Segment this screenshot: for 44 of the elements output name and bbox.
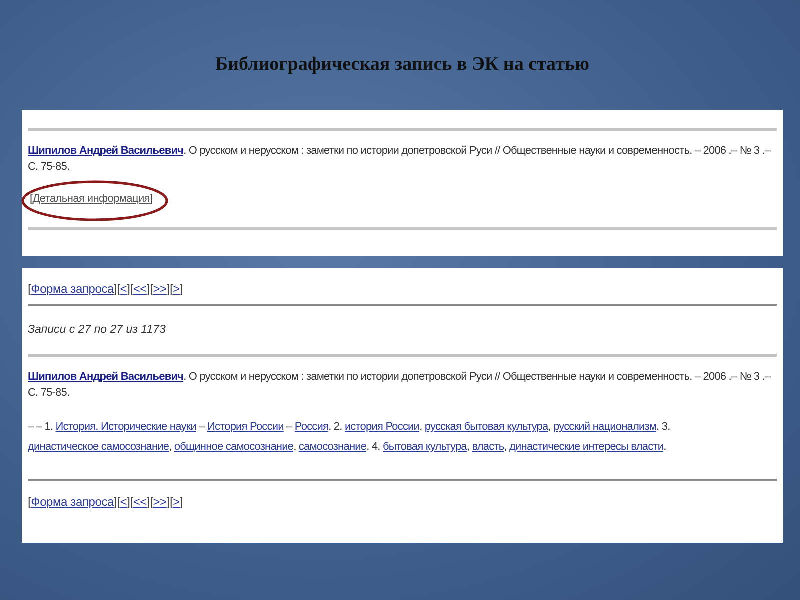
nav-link[interactable]: Форма запроса bbox=[31, 282, 114, 296]
record-description: Шипилов Андрей Васильевич. О русском и нерусском : заметки по истории допетровской Руси // Общественные науки и современность. – 2006 .– № 3 .– С. 75-85. bbox=[28, 144, 772, 175]
nav-link[interactable]: > bbox=[173, 495, 180, 509]
subject-link[interactable]: русский национализм bbox=[554, 421, 657, 433]
record-description: Шипилов Андрей Васильевич. О русском и нерусском : заметки по истории допетровской Руси // Общественные науки и современность. – 2006 .– № 3 .– С. 75-85. bbox=[28, 370, 772, 401]
bracket-text: ][ bbox=[146, 495, 154, 509]
nav-link[interactable]: >> bbox=[153, 282, 167, 296]
nav-link[interactable]: << bbox=[133, 495, 147, 509]
bracket-text: ][ bbox=[127, 495, 134, 509]
subject-link[interactable]: самосознание bbox=[298, 441, 367, 453]
subject-link[interactable]: бытовая культура bbox=[382, 441, 467, 453]
bracket-text: ] bbox=[180, 282, 184, 296]
bracket-text: [ bbox=[28, 495, 32, 509]
nav-link[interactable]: > bbox=[173, 282, 180, 296]
detail-link[interactable]: Детальная информация bbox=[32, 193, 150, 205]
bracket-text: ] bbox=[180, 495, 184, 509]
author-link[interactable]: Шипилов Андрей Васильевич bbox=[28, 145, 184, 157]
subject-link[interactable]: История. Исторические науки bbox=[56, 421, 196, 433]
subject-link[interactable]: династические интересы власти bbox=[510, 441, 664, 453]
nav-link[interactable]: >> bbox=[153, 495, 167, 509]
bracket-text: ][ bbox=[114, 282, 120, 296]
bracket-text: ][ bbox=[114, 495, 120, 509]
nav-link[interactable]: << bbox=[133, 282, 147, 296]
records-count: Записи с 27 по 27 из 1173 bbox=[28, 324, 167, 336]
author-link[interactable]: Шипилов Андрей Васильевич bbox=[28, 371, 184, 383]
slide-title: Библиографическая запись в ЭК на статью bbox=[214, 53, 590, 77]
subject-headings: – – 1. История. Исторические науки – История России – Россия. 2. история России, русская бытовая культура, русский национализм. 3. династическое самосознание, общинное самосознание, самосознание. 4. бытовая культура, власть, династические интересы власти. bbox=[28, 420, 672, 455]
nav-link[interactable]: Форма запроса bbox=[31, 495, 114, 509]
bracket-text: ][ bbox=[166, 282, 174, 296]
subject-link[interactable]: Россия bbox=[294, 421, 329, 433]
nav-link[interactable]: < bbox=[120, 495, 128, 509]
subject-link[interactable]: общинное самосознание bbox=[174, 441, 294, 453]
bracket-text: ] bbox=[150, 193, 153, 205]
subject-link[interactable]: власть bbox=[472, 441, 504, 453]
bracket-text: ][ bbox=[127, 282, 134, 296]
subject-link[interactable]: история России bbox=[344, 421, 420, 433]
nav-link[interactable]: < bbox=[120, 282, 128, 296]
bracket-text: [ bbox=[28, 282, 32, 296]
subject-link[interactable]: династическое самосознание bbox=[28, 441, 170, 453]
bracket-text: ][ bbox=[146, 282, 154, 296]
bracket-text: [ bbox=[30, 193, 33, 205]
subject-link[interactable]: русская бытовая культура bbox=[424, 421, 548, 433]
subject-link[interactable]: История России bbox=[208, 421, 284, 433]
bracket-text: ][ bbox=[166, 495, 174, 509]
